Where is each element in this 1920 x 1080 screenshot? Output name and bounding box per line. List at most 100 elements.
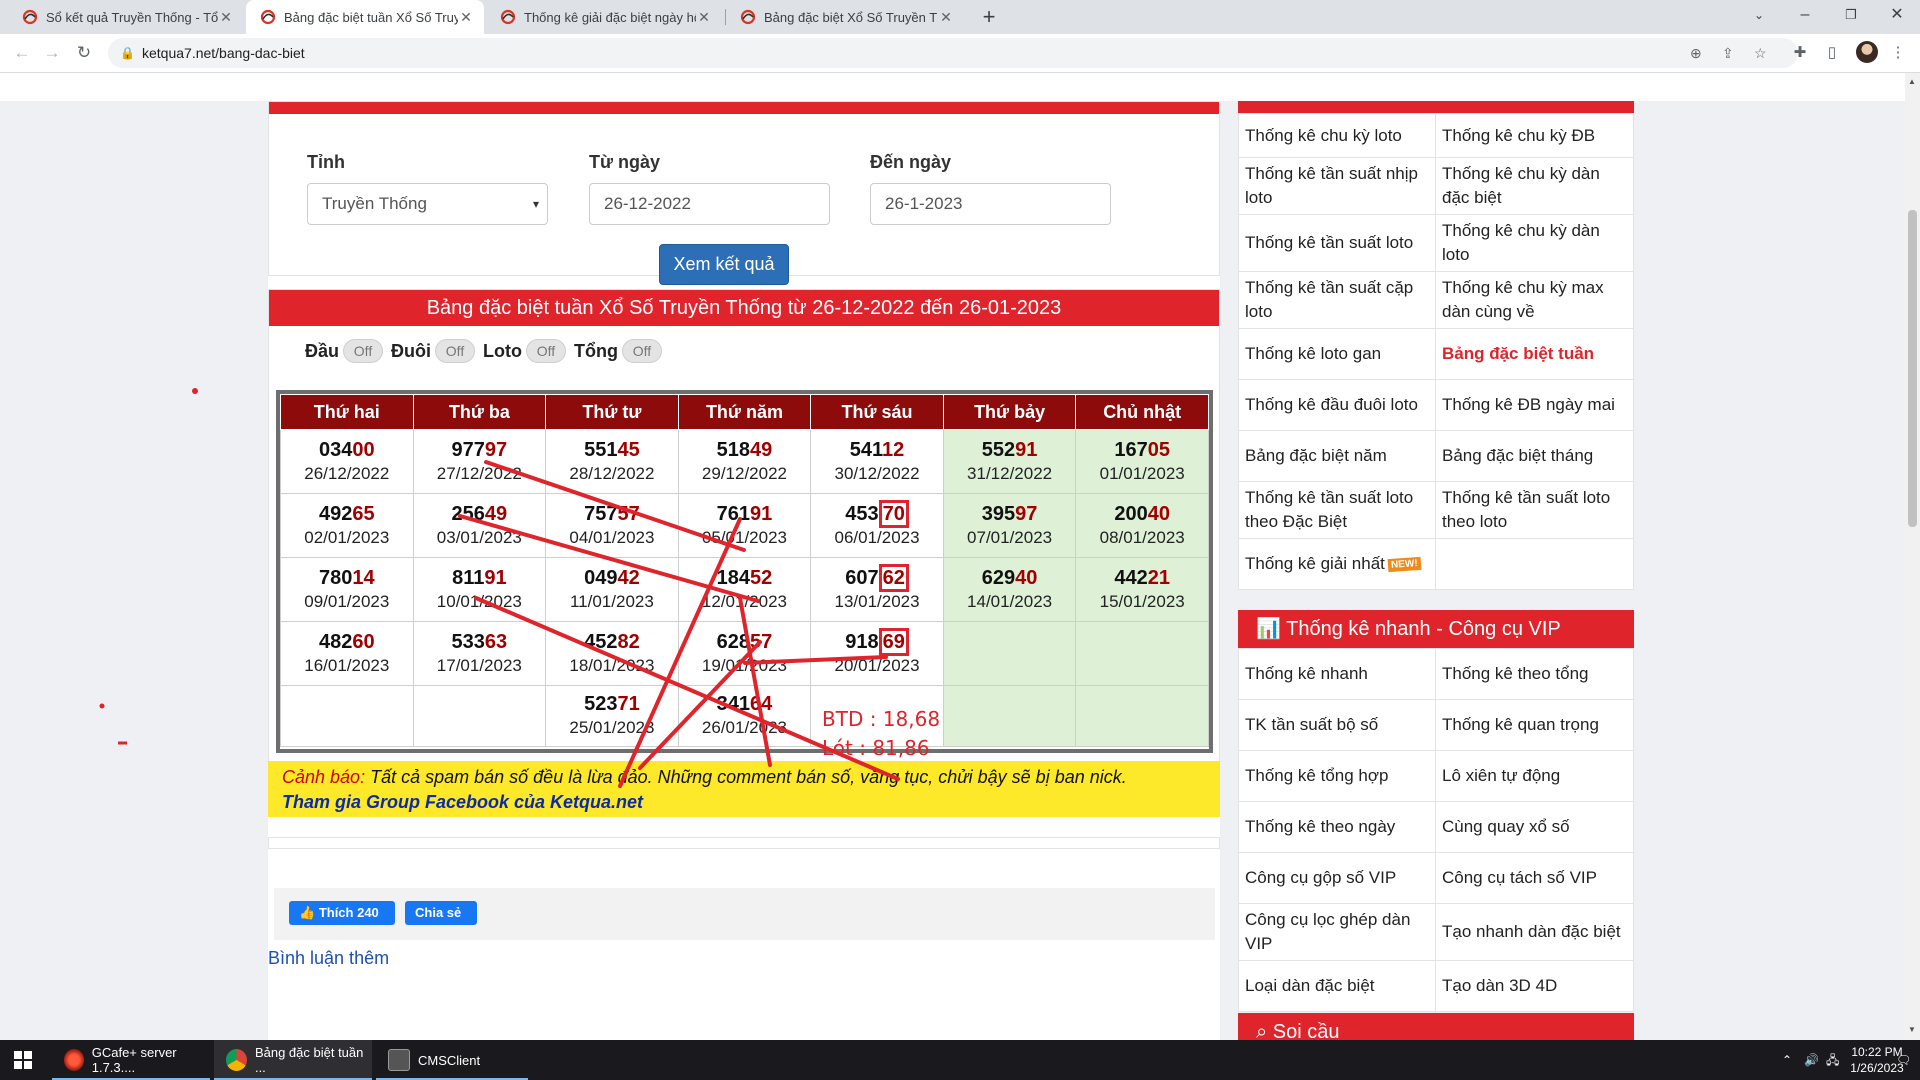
browser-tab-4[interactable]: Bảng đặc biệt Xổ Số Truyền Thốn ✕ xyxy=(726,0,964,34)
sidebar-link[interactable]: Bảng đặc biệt năm xyxy=(1239,431,1436,481)
facebook-like-button[interactable]: 👍 Thích 240 xyxy=(289,901,395,925)
from-date-input[interactable]: 26-12-2022 xyxy=(589,183,830,225)
side-panel-icon[interactable]: ▯ xyxy=(1822,43,1842,63)
province-select[interactable]: Truyền Thống ▾ xyxy=(307,183,548,225)
result-number-head: 184 xyxy=(716,566,751,589)
toggle-tong[interactable]: Off xyxy=(621,339,662,363)
tab-close-icon[interactable]: ✕ xyxy=(218,9,234,26)
sidebar-link[interactable]: Lô xiên tự động xyxy=(1436,751,1633,801)
sidebar-link[interactable]: Thống kê tần suất loto theo Đặc Biệt xyxy=(1239,482,1436,538)
sidebar-link[interactable]: Thống kê chu kỳ dàn loto xyxy=(1436,215,1633,271)
tab-close-icon[interactable]: ✕ xyxy=(938,9,954,26)
sidebar-link[interactable]: Thống kê giải nhất NEW! xyxy=(1239,539,1436,589)
lock-icon[interactable]: 🔒 xyxy=(120,38,135,68)
profile-avatar[interactable] xyxy=(1856,41,1878,63)
result-number-tail: 40 xyxy=(1015,566,1038,589)
result-number-head: 607 xyxy=(845,566,879,589)
restore-button[interactable]: ❐ xyxy=(1828,0,1874,34)
sidebar-link[interactable]: Thống kê theo tổng xyxy=(1436,649,1633,699)
more-comments-link[interactable]: Bình luận thêm xyxy=(268,948,389,969)
taskbar-gcafe[interactable]: GCafe+ server 1.7.3.... xyxy=(52,1040,210,1080)
back-arrow-icon[interactable]: ← xyxy=(8,39,36,67)
tab-title: Sổ kết quả Truyền Thống - Tổng xyxy=(46,9,218,25)
sidebar-link[interactable]: Bảng đặc biệt tuần xyxy=(1436,329,1633,379)
sidebar-link[interactable]: Tạo nhanh dàn đặc biệt xyxy=(1436,904,1633,960)
result-number-head: 442 xyxy=(1114,566,1148,589)
zoom-icon[interactable]: ⊕ xyxy=(1690,38,1702,68)
tab-search-chevron-icon[interactable]: ⌄ xyxy=(1736,0,1782,34)
sidebar-link[interactable]: Thống kê quan trọng xyxy=(1436,700,1633,750)
sidebar-link[interactable]: Tạo dàn 3D 4D xyxy=(1436,961,1633,1011)
sidebar-link[interactable]: Thống kê tổng hợp xyxy=(1239,751,1436,801)
share-icon[interactable]: ⇪ xyxy=(1722,38,1734,68)
tab-close-icon[interactable]: ✕ xyxy=(458,9,474,26)
sidebar-link[interactable]: Thống kê loto gan xyxy=(1239,329,1436,379)
result-number-tail: 12 xyxy=(882,438,905,461)
sidebar-link[interactable]: Bảng đặc biệt tháng xyxy=(1436,431,1633,481)
forward-arrow-icon[interactable]: → xyxy=(38,39,66,67)
window-close-button[interactable]: ✕ xyxy=(1874,0,1920,34)
sidebar-link-label: Công cụ lọc ghép dàn VIP xyxy=(1245,910,1411,953)
browser-tab-1[interactable]: Sổ kết quả Truyền Thống - Tổng ✕ xyxy=(8,0,244,34)
result-row: 49265 02/01/2023 25649 03/01/2023 75757 04/01… xyxy=(280,493,1209,558)
address-bar[interactable]: 🔒 ketqua7.net/bang-dac-biet ⊕ ⇪ ☆ xyxy=(108,38,1798,68)
sidebar-link[interactable]: Thống kê chu kỳ max dàn cùng về xyxy=(1436,272,1633,328)
sidebar-link[interactable]: Thống kê tần suất nhịp loto xyxy=(1239,158,1436,214)
to-date-input[interactable]: 26-1-2023 xyxy=(870,183,1111,225)
browser-tab-2[interactable]: Bảng đặc biệt tuần Xổ Số Truyền ✕ xyxy=(246,0,484,34)
scroll-up-icon[interactable]: ▲ xyxy=(1908,77,1916,86)
view-results-button[interactable]: Xem kết quả xyxy=(659,244,789,285)
taskbar-chrome[interactable]: Bảng đặc biệt tuần ... xyxy=(214,1040,372,1080)
menu-kebab-icon[interactable]: ⋮ xyxy=(1888,43,1908,63)
to-date-label: Đến ngày xyxy=(870,152,952,172)
sidebar-row: Thống kê chu kỳ loto Thống kê chu kỳ ĐB xyxy=(1239,114,1633,158)
tab-close-icon[interactable]: ✕ xyxy=(696,9,712,26)
sidebar-link[interactable]: Thống kê ĐB ngày mai xyxy=(1436,380,1633,430)
sidebar-link[interactable]: Cùng quay xổ số xyxy=(1436,802,1633,852)
sidebar-link[interactable]: Thống kê tần suất loto xyxy=(1239,215,1436,271)
reload-icon[interactable]: ↻ xyxy=(70,39,98,67)
result-number: 18452 xyxy=(679,566,811,590)
sidebar-link[interactable]: Thống kê tần suất loto theo loto xyxy=(1436,482,1633,538)
browser-tab-3[interactable]: Thống kê giải đặc biệt ngày hôm ✕ xyxy=(486,0,722,34)
sidebar-link[interactable]: Loại dàn đặc biệt xyxy=(1239,961,1436,1011)
sidebar-link[interactable]: TK tần suất bộ số xyxy=(1239,700,1436,750)
result-date: 26/01/2023 xyxy=(701,718,788,737)
facebook-group-link[interactable]: Tham gia Group Facebook của Ketqua.net xyxy=(282,792,643,812)
toggle-duoi[interactable]: Off xyxy=(435,339,476,363)
sidebar-link[interactable]: Công cụ lọc ghép dàn VIP xyxy=(1239,904,1436,960)
scroll-down-icon[interactable]: ▼ xyxy=(1908,1025,1916,1034)
sidebar-link[interactable]: Thống kê nhanh xyxy=(1239,649,1436,699)
sidebar-link[interactable]: Công cụ gộp số VIP xyxy=(1239,853,1436,903)
sidebar-link[interactable]: Thống kê đầu đuôi loto xyxy=(1239,380,1436,430)
sidebar-link[interactable]: Công cụ tách số VIP xyxy=(1436,853,1633,903)
sidebar-link[interactable]: Thống kê chu kỳ loto xyxy=(1239,114,1436,157)
result-number-tail: 97 xyxy=(1015,502,1038,525)
chrome-icon xyxy=(226,1049,247,1071)
result-number-head: 256 xyxy=(451,502,485,525)
scroll-thumb[interactable] xyxy=(1908,210,1917,527)
taskbar-cmsclient[interactable]: CMSClient xyxy=(376,1040,528,1080)
network-icon[interactable]: 🖧 xyxy=(1826,1040,1839,1080)
sidebar-link[interactable]: Thống kê chu kỳ dàn đặc biệt xyxy=(1436,158,1633,214)
notifications-icon[interactable]: 🗨 xyxy=(1896,1040,1911,1080)
sidebar-link[interactable]: Thống kê tần suất cặp loto xyxy=(1239,272,1436,328)
sidebar-link[interactable]: Thống kê chu kỳ ĐB xyxy=(1436,114,1633,157)
sidebar-link[interactable]: Thống kê theo ngày xyxy=(1239,802,1436,852)
minimize-button[interactable]: – xyxy=(1782,0,1828,34)
header-monday: Thứ hai xyxy=(280,394,414,430)
facebook-share-button[interactable]: Chia sẻ xyxy=(405,901,477,925)
windows-start-icon[interactable] xyxy=(0,1040,48,1080)
result-date: 11/01/2023 xyxy=(569,591,654,611)
bookmark-star-icon[interactable]: ☆ xyxy=(1754,38,1767,68)
tab-strip: Sổ kết quả Truyền Thống - Tổng ✕ Bảng đặ… xyxy=(0,0,1920,34)
extensions-puzzle-icon[interactable]: ✚ xyxy=(1790,43,1810,63)
sidebar-link-label: Tạo dàn 3D 4D xyxy=(1442,976,1558,995)
vertical-scrollbar[interactable]: ▲ ▼ xyxy=(1905,73,1920,1040)
toggle-loto[interactable]: Off xyxy=(526,339,566,363)
sidebar-link-label: Thống kê quan trọng xyxy=(1442,715,1599,734)
volume-icon[interactable]: 🔊 xyxy=(1804,1040,1819,1080)
tray-chevron-icon[interactable]: ⌃ xyxy=(1782,1040,1792,1080)
new-tab-button[interactable]: + xyxy=(976,4,1002,30)
toggle-dau[interactable]: Off xyxy=(343,339,384,363)
